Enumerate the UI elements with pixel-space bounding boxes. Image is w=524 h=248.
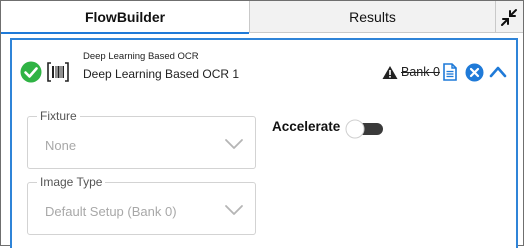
active-tab-indicator bbox=[1, 32, 249, 34]
accelerate-toggle[interactable] bbox=[345, 119, 385, 139]
warning-icon bbox=[382, 66, 398, 79]
tab-bar: FlowBuilder Results bbox=[1, 1, 523, 34]
tab-results[interactable]: Results bbox=[249, 1, 495, 33]
chevron-down-icon bbox=[225, 139, 243, 149]
fixture-label: Fixture bbox=[37, 109, 80, 123]
accelerate-label: Accelerate bbox=[272, 119, 341, 134]
image-type-select[interactable]: Image Type Default Setup (Bank 0) bbox=[27, 175, 256, 235]
chevron-down-icon bbox=[225, 205, 243, 215]
image-type-value: Default Setup (Bank 0) bbox=[45, 204, 177, 219]
chevron-up-icon[interactable] bbox=[489, 64, 507, 80]
tool-name: Deep Learning Based OCR 1 bbox=[83, 67, 240, 81]
close-circle-icon[interactable] bbox=[465, 63, 484, 82]
fixture-value: None bbox=[45, 138, 77, 153]
fixture-select[interactable]: Fixture None bbox=[27, 109, 256, 169]
collapse-arrows-button[interactable] bbox=[495, 1, 523, 33]
collapse-arrows-icon bbox=[501, 9, 517, 26]
tool-type-label: Deep Learning Based OCR bbox=[83, 51, 199, 62]
window-frame: FlowBuilder Results Deep Learning Based … bbox=[0, 0, 524, 248]
tab-flowbuilder[interactable]: FlowBuilder bbox=[1, 1, 249, 33]
tool-panel: Deep Learning Based OCR Deep Learning Ba… bbox=[10, 38, 518, 248]
bank-label: Bank 0 bbox=[401, 65, 440, 79]
image-type-label: Image Type bbox=[37, 175, 106, 189]
barcode-ocr-icon bbox=[47, 62, 69, 82]
check-circle-icon bbox=[20, 61, 42, 83]
document-icon[interactable] bbox=[443, 63, 457, 81]
